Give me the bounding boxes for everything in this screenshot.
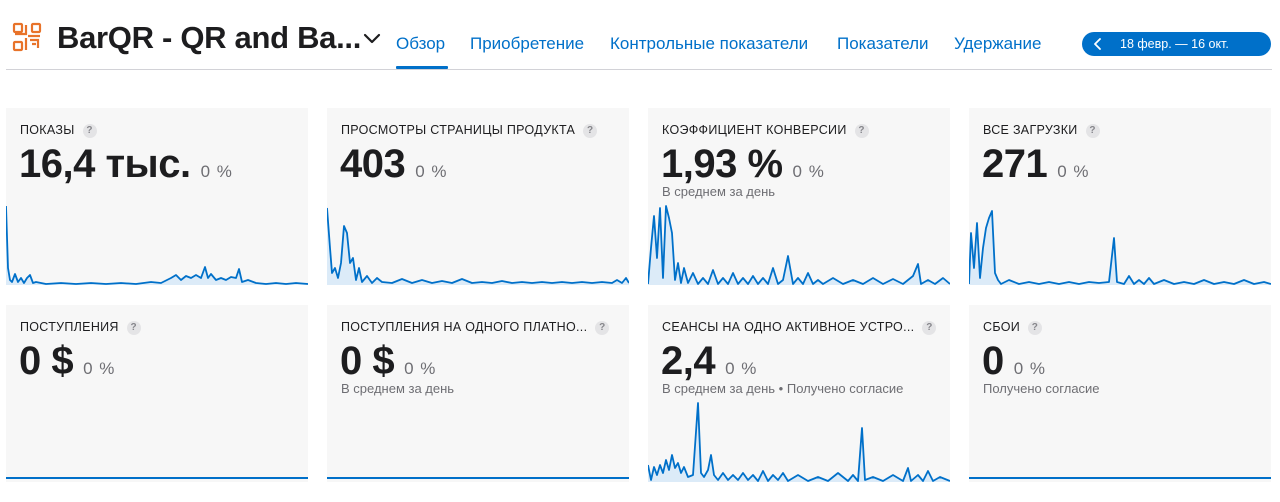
metric-change: 0 % [725,359,758,378]
metric-change: 0 % [415,162,448,181]
metric-label: КОЭФФИЦИЕНТ КОНВЕРСИИ? [662,123,869,138]
metric-change: 0 % [1013,359,1047,378]
help-icon[interactable]: ? [583,124,598,138]
help-icon[interactable]: ? [854,124,869,138]
metric-card-product-page-views[interactable]: ПРОСМОТРЫ СТРАНИЦЫ ПРОДУКТА? 403 0 % [327,108,629,285]
chevron-left-icon[interactable] [1093,38,1103,50]
metric-change: 0 % [792,162,825,181]
metric-label: ПОСТУПЛЕНИЯ? [20,320,141,335]
metric-card-impressions[interactable]: ПОКАЗЫ? 16,4 тыс. 0 % [6,108,308,285]
tab-benchmarks[interactable]: Контрольные показатели [610,34,808,54]
metric-value: 0 $0 % [19,339,116,383]
metric-label: ПРОСМОТРЫ СТРАНИЦЫ ПРОДУКТА? [341,123,598,138]
metric-change: 0 % [404,359,437,378]
metric-card-crashes[interactable]: СБОИ? 00 % Получено согласие [969,305,1271,482]
help-icon[interactable]: ? [922,321,937,335]
tab-acquisition[interactable]: Приобретение [470,34,584,54]
metric-subtitle: Получено согласие [983,381,1100,396]
metric-card-sessions-per-device[interactable]: СЕАНСЫ НА ОДНО АКТИВНОЕ УСТРО...? 2,4 0 %… [648,305,950,482]
help-icon[interactable]: ? [1085,124,1100,138]
metric-value: 16,4 тыс. 0 % [19,142,233,186]
help-icon[interactable]: ? [1028,321,1042,335]
metric-card-proceeds-per-paying-user[interactable]: ПОСТУПЛЕНИЯ НА ОДНОГО ПЛАТНО...? 0 $0 % … [327,305,629,482]
app-icon[interactable] [12,22,42,52]
metric-label: СБОИ? [983,320,1042,335]
metric-change: 0 % [1057,162,1090,181]
metric-subtitle: В среднем за день • Получено согласие [662,381,904,396]
chevron-down-icon[interactable] [362,30,382,46]
tab-overview[interactable]: Обзор [396,34,445,54]
metric-label: СЕАНСЫ НА ОДНО АКТИВНОЕ УСТРО...? [662,320,937,335]
metric-card-conversion-rate[interactable]: КОЭФФИЦИЕНТ КОНВЕРСИИ? 1,93 % 0 % В средн… [648,108,950,285]
metric-change: 0 % [83,359,116,378]
tab-retention[interactable]: Удержание [954,34,1041,54]
help-icon[interactable]: ? [126,321,141,335]
metric-value: 0 $0 % [340,339,437,383]
metric-value: 1,93 % 0 % [661,142,825,186]
metric-change: 0 % [200,162,233,181]
metric-label: ПОКАЗЫ? [20,123,97,138]
metric-value: 271 0 % [982,142,1090,186]
metric-card-all-downloads[interactable]: ВСЕ ЗАГРУЗКИ? 271 0 % [969,108,1271,285]
metric-label: ПОСТУПЛЕНИЯ НА ОДНОГО ПЛАТНО...? [341,320,610,335]
metric-value: 00 % [982,339,1047,383]
help-icon[interactable]: ? [82,124,97,138]
header-divider [6,69,1272,70]
tab-metrics[interactable]: Показатели [837,34,929,54]
help-icon[interactable]: ? [595,321,610,335]
metric-value: 403 0 % [340,142,448,186]
metric-label: ВСЕ ЗАГРУЗКИ? [983,123,1100,138]
metric-subtitle: В среднем за день [662,184,776,199]
metric-card-proceeds[interactable]: ПОСТУПЛЕНИЯ? 0 $0 % [6,305,308,482]
metric-subtitle: В среднем за день [341,381,455,396]
app-title[interactable]: BarQR - QR and Ba... [57,20,361,56]
metric-value: 2,4 0 % [661,339,758,383]
date-range-button[interactable]: 18 февр. — 16 окт. [1082,32,1271,56]
date-range-label: 18 февр. — 16 окт. [1120,37,1229,51]
top-header: BarQR - QR and Ba... Обзор Приобретение … [0,0,1280,70]
